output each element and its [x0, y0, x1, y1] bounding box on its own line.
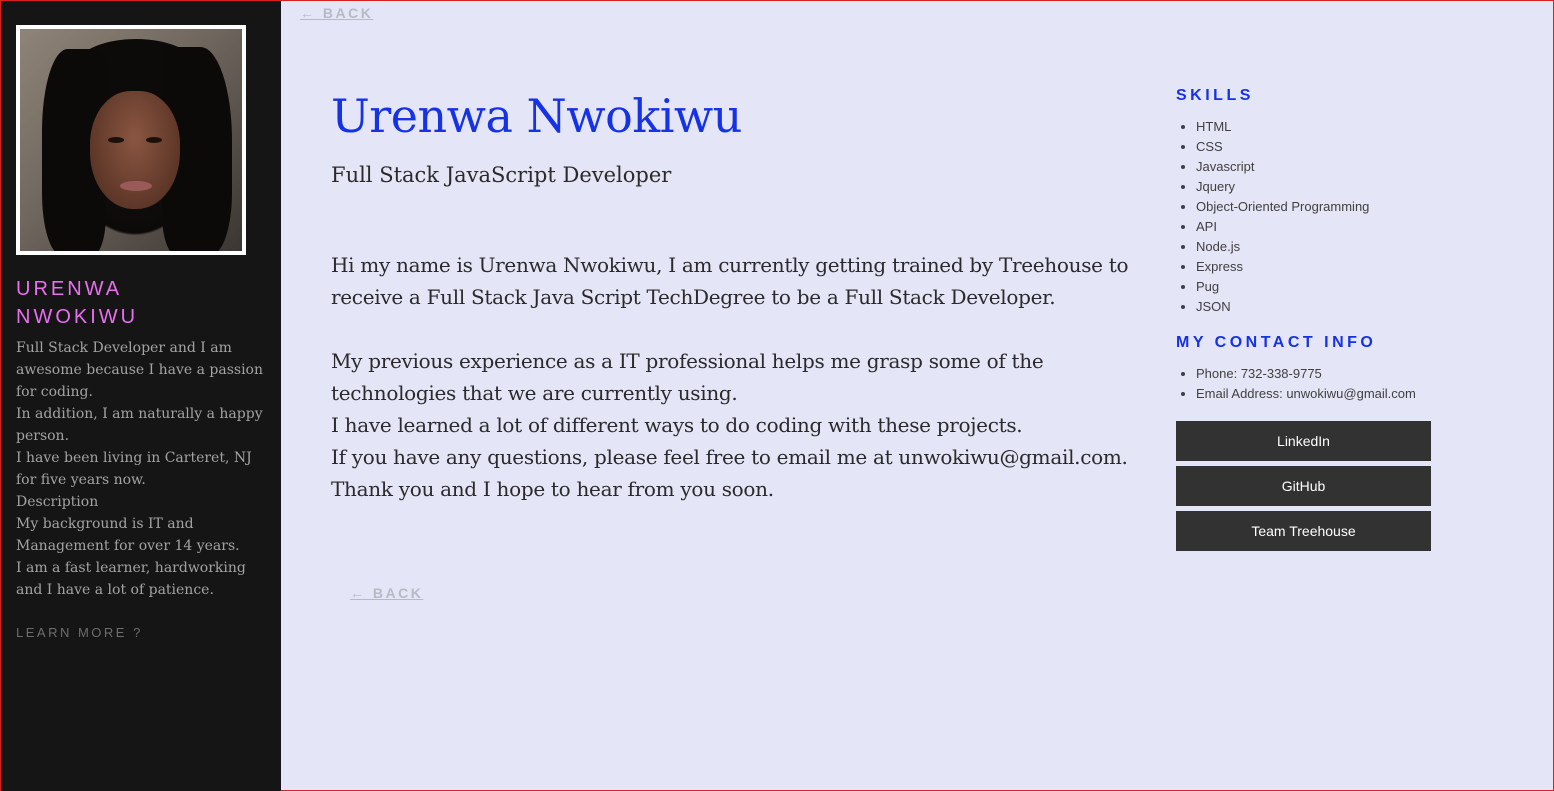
github-button[interactable]: GitHub [1176, 466, 1431, 506]
skill-item: API [1196, 217, 1436, 237]
sidebar-name-line1: URENWA [16, 278, 123, 300]
skill-item: JSON [1196, 297, 1436, 317]
skill-item: CSS [1196, 137, 1436, 157]
skills-heading: SKILLS [1176, 87, 1254, 104]
linkedin-button[interactable]: LinkedIn [1176, 421, 1431, 461]
right-column: SKILLS HTML CSS Javascript Jquery Object… [1176, 87, 1436, 556]
contact-list: Phone: 732-338-9775 Email Address: unwok… [1176, 364, 1436, 404]
skill-item: Jquery [1196, 177, 1436, 197]
skill-item: Javascript [1196, 157, 1436, 177]
bio-line: I have been living in Carteret, NJ for f… [16, 450, 252, 488]
back-link-top[interactable]: ← BACK [300, 5, 373, 21]
skills-list: HTML CSS Javascript Jquery Object-Orient… [1176, 117, 1436, 317]
learn-more-link[interactable]: LEARN MORE ? [16, 625, 143, 640]
about-text: Hi my name is Urenwa Nwokiwu, I am curre… [331, 249, 1171, 505]
bio-line: Full Stack Developer and I am awesome be… [16, 340, 263, 400]
page-title: Urenwa Nwokiwu [331, 89, 742, 143]
skill-item: Object-Oriented Programming [1196, 197, 1436, 217]
social-buttons: LinkedIn GitHub Team Treehouse [1176, 421, 1436, 551]
about-paragraph: I have learned a lot of different ways t… [331, 413, 1023, 437]
back-link-bottom[interactable]: ← BACK [350, 585, 423, 601]
sidebar-name: URENWA NWOKIWU [16, 275, 266, 331]
contact-heading: MY CONTACT INFO [1176, 334, 1377, 351]
about-paragraph: If you have any questions, please feel f… [331, 445, 1128, 469]
bio-line: Description [16, 494, 99, 510]
bio-line: My background is IT and Management for o… [16, 516, 240, 554]
sidebar-bio: Full Stack Developer and I am awesome be… [16, 337, 266, 601]
about-paragraph: My previous experience as a IT professio… [331, 349, 1044, 405]
skill-item: Express [1196, 257, 1436, 277]
contact-email: Email Address: unwokiwu@gmail.com [1196, 384, 1436, 404]
about-paragraph: Hi my name is Urenwa Nwokiwu, I am curre… [331, 253, 1129, 309]
skill-item: Pug [1196, 277, 1436, 297]
about-spacer [331, 313, 1171, 345]
skill-item: HTML [1196, 117, 1436, 137]
contact-phone: Phone: 732-338-9775 [1196, 364, 1436, 384]
treehouse-button[interactable]: Team Treehouse [1176, 511, 1431, 551]
about-paragraph: Thank you and I hope to hear from you so… [331, 477, 774, 501]
sidebar: URENWA NWOKIWU Full Stack Developer and … [1, 1, 281, 791]
sidebar-name-line2: NWOKIWU [16, 306, 139, 328]
job-title: Full Stack JavaScript Developer [331, 163, 672, 187]
skill-item: Node.js [1196, 237, 1436, 257]
profile-photo [16, 25, 246, 255]
bio-line: In addition, I am naturally a happy pers… [16, 406, 263, 444]
bio-line: I am a fast learner, hardworking and I h… [16, 560, 246, 598]
